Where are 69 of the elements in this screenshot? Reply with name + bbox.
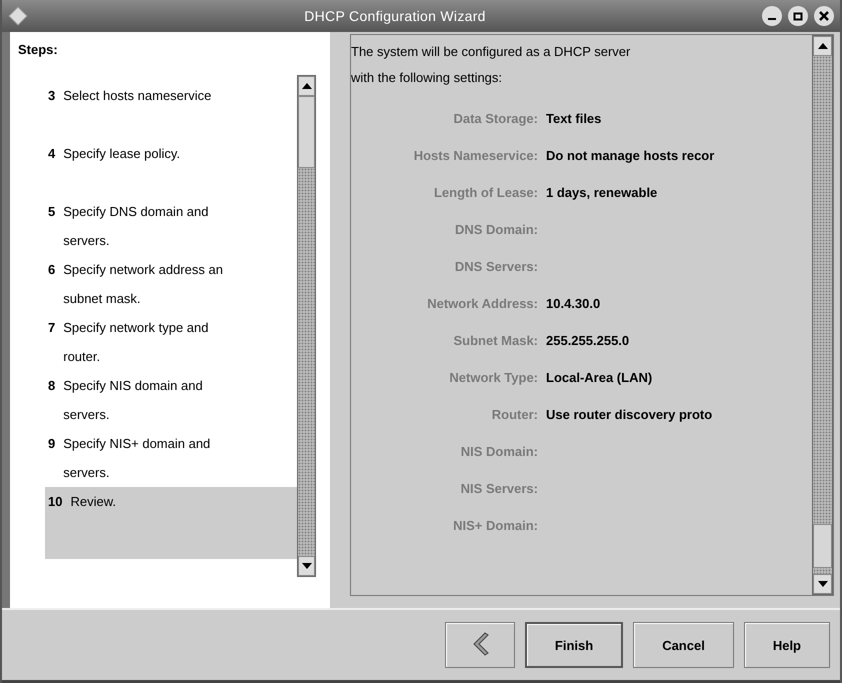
close-icon bbox=[819, 11, 829, 21]
setting-value: Use router discovery proto bbox=[546, 407, 714, 422]
maximize-icon bbox=[793, 11, 803, 21]
minimize-icon bbox=[768, 18, 776, 20]
diamond-icon bbox=[8, 6, 28, 26]
setting-label: DNS Domain: bbox=[454, 222, 538, 237]
step-label: Select hosts nameservice bbox=[63, 87, 212, 105]
step-number: 3 bbox=[48, 87, 56, 105]
step-label: Specify network address an subnet mask. bbox=[63, 261, 223, 308]
step-number: 7 bbox=[48, 319, 56, 337]
setting-value: 255.255.255.0 bbox=[546, 333, 630, 348]
step-item[interactable]: 4 Specify lease policy. bbox=[45, 139, 297, 197]
setting-label: Data Storage: bbox=[452, 111, 538, 126]
setting-label: NIS Servers: bbox=[460, 481, 538, 496]
down-arrow-icon bbox=[816, 580, 828, 588]
step-item[interactable]: 7 Specify network type and router. bbox=[45, 313, 297, 371]
step-number: 10 bbox=[48, 493, 62, 511]
scroll-up-button[interactable] bbox=[813, 36, 832, 56]
up-arrow-icon bbox=[816, 42, 828, 50]
setting-label: Subnet Mask: bbox=[452, 333, 538, 348]
scroll-down-button[interactable] bbox=[813, 574, 832, 594]
setting-label: Router: bbox=[490, 407, 538, 422]
setting-label: DNS Servers: bbox=[454, 259, 538, 274]
step-item[interactable]: 3 Select hosts nameservice bbox=[45, 81, 297, 139]
dialog-button[interactable]: Help bbox=[744, 622, 830, 668]
setting-label: Hosts Nameservice: bbox=[412, 148, 538, 163]
dialog-button[interactable]: Finish bbox=[524, 622, 624, 668]
setting-label: Network Type: bbox=[448, 370, 538, 385]
scroll-up-button[interactable] bbox=[298, 76, 315, 96]
summary-intro: The system will be configured as a DHCP server with the following settings: bbox=[351, 43, 632, 87]
step-item[interactable]: 5 Specify DNS domain and servers. bbox=[45, 197, 297, 255]
step-number: 5 bbox=[48, 203, 56, 221]
step-item[interactable]: 10 Review. bbox=[45, 487, 297, 559]
setting-value: Text files bbox=[546, 111, 602, 126]
scroll-down-button[interactable] bbox=[298, 556, 315, 576]
step-label: Specify NIS+ domain and servers. bbox=[63, 435, 210, 482]
step-item[interactable]: 6 Specify network address an subnet mask. bbox=[45, 255, 297, 313]
maximize-button[interactable] bbox=[788, 6, 808, 26]
scrollbar[interactable] bbox=[812, 35, 833, 595]
step-label: Specify network type and router. bbox=[63, 319, 208, 366]
scrollbar[interactable] bbox=[297, 75, 316, 577]
up-arrow-icon bbox=[300, 82, 312, 90]
setting-label: NIS+ Domain: bbox=[452, 518, 538, 533]
step-label: Specify DNS domain and servers. bbox=[63, 203, 208, 250]
dialog-button[interactable]: Cancel bbox=[633, 622, 734, 668]
steps-heading: Steps: bbox=[18, 42, 59, 57]
setting-label: Length of Lease: bbox=[432, 185, 538, 200]
down-arrow-icon bbox=[300, 562, 312, 570]
step-number: 9 bbox=[48, 435, 56, 453]
step-label: Review. bbox=[70, 493, 116, 511]
step-number: 4 bbox=[48, 145, 56, 163]
close-button[interactable] bbox=[814, 6, 834, 26]
setting-value: Do not manage hosts recor bbox=[546, 148, 716, 163]
minimize-button[interactable] bbox=[762, 6, 782, 26]
step-label: Specify lease policy. bbox=[63, 145, 180, 163]
scroll-thumb[interactable] bbox=[813, 524, 832, 568]
step-number: 8 bbox=[48, 377, 56, 395]
setting-value: 1 days, renewable bbox=[546, 185, 658, 200]
setting-value: Local-Area (LAN) bbox=[546, 370, 654, 385]
step-item[interactable]: 8 Specify NIS domain and servers. bbox=[45, 371, 297, 429]
step-item[interactable]: 9 Specify NIS+ domain and servers. bbox=[45, 429, 297, 487]
scroll-thumb[interactable] bbox=[298, 96, 315, 168]
step-number: 6 bbox=[48, 261, 56, 279]
back-button[interactable] bbox=[444, 622, 515, 668]
step-label: Specify NIS domain and servers. bbox=[63, 377, 203, 424]
setting-value: 10.4.30.0 bbox=[546, 296, 602, 311]
setting-label: Network Address: bbox=[426, 296, 538, 311]
setting-label: NIS Domain: bbox=[460, 444, 538, 459]
window-title: DHCP Configuration Wizard bbox=[303, 8, 487, 24]
